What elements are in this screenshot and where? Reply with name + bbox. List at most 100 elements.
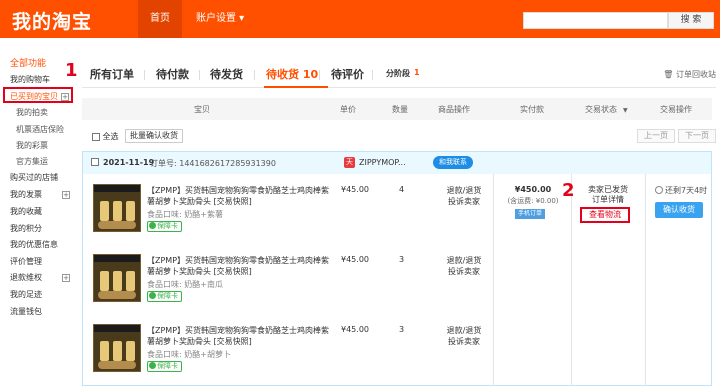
product-title[interactable]: 【ZPMP】买货韩国宠物狗狗零食奶酪芝士鸡肉棒紫薯胡萝卜奖励骨头 [交易快照] bbox=[147, 325, 335, 347]
sidebar-item-points[interactable]: 我的积分 bbox=[10, 223, 42, 234]
complain-link[interactable]: 投诉卖家 bbox=[439, 336, 489, 347]
quantity: 3 bbox=[399, 255, 405, 264]
product-attribute: 食品口味: 奶酪+南瓜 bbox=[147, 280, 223, 289]
insurance-icon bbox=[149, 292, 156, 299]
product-thumbnail[interactable] bbox=[93, 184, 141, 232]
order-tabs: 所有订单 待付款 待发货 待收货 10 待评价 分阶段 1 bbox=[82, 62, 716, 88]
tab-staged-count: 1 bbox=[414, 68, 420, 77]
unit-price: ¥45.00 bbox=[341, 325, 369, 334]
insurance-icon bbox=[149, 222, 156, 229]
batch-bar: 全选 批量确认收货 上一页 下一页 bbox=[82, 128, 716, 146]
thumbnail-band bbox=[94, 255, 140, 262]
column-header-status[interactable]: 交易状态 ▼ bbox=[585, 104, 628, 115]
order-checkbox[interactable] bbox=[91, 158, 99, 166]
thumbnail-band bbox=[94, 185, 140, 192]
expand-toggle-icon[interactable]: + bbox=[62, 190, 70, 199]
tab-pending-receipt[interactable]: 待收货 10 bbox=[266, 66, 318, 82]
sidebar-title[interactable]: 全部功能 bbox=[10, 56, 46, 69]
order-item: 【ZPMP】买货韩国宠物狗狗零食奶酪芝士鸡肉棒紫薯胡萝卜奖励骨头 [交易快照] … bbox=[83, 248, 493, 316]
search-input[interactable] bbox=[523, 12, 668, 29]
insurance-label: 保障卡 bbox=[157, 362, 178, 370]
insurance-badge[interactable]: 保障卡 bbox=[147, 221, 182, 232]
next-page-button[interactable]: 下一页 bbox=[678, 129, 716, 143]
quantity: 3 bbox=[399, 325, 405, 334]
view-logistics-link[interactable]: 查看物流 bbox=[580, 207, 630, 223]
column-header-paid: 实付款 bbox=[520, 105, 544, 114]
logo[interactable]: 我的淘宝 bbox=[12, 7, 92, 34]
order-item: 【ZPMP】买货韩国宠物狗狗零食奶酪芝士鸡肉棒紫薯胡萝卜奖励骨头 [交易快照] … bbox=[83, 318, 493, 386]
active-tab-underline bbox=[264, 86, 328, 88]
thumbnail-bottle bbox=[126, 201, 135, 221]
insurance-badge[interactable]: 保障卡 bbox=[147, 361, 182, 372]
thumbnail-bottle bbox=[100, 201, 109, 221]
refund-link[interactable]: 退款/退货 bbox=[439, 255, 489, 266]
insurance-label: 保障卡 bbox=[157, 292, 178, 300]
refund-link[interactable]: 退款/退货 bbox=[439, 325, 489, 336]
sidebar-item-consolidation[interactable]: 官方集运 bbox=[16, 156, 48, 167]
column-header-item-ops: 商品操作 bbox=[438, 105, 470, 114]
item-operations: 退款/退货 投诉卖家 bbox=[439, 185, 489, 207]
sidebar-item-invoice[interactable]: 我的发票 + bbox=[10, 189, 70, 200]
select-all[interactable]: 全选 bbox=[92, 131, 119, 142]
sidebar-item-data-wallet[interactable]: 流量钱包 bbox=[10, 306, 42, 317]
sidebar-item-travel[interactable]: 机票酒店保险 bbox=[16, 124, 64, 135]
thumbnail-band bbox=[94, 325, 140, 332]
order-details-link[interactable]: 订单详情 bbox=[578, 195, 638, 205]
shop-name[interactable]: ZIPPYMOP... bbox=[359, 158, 406, 167]
thumbnail-plate bbox=[98, 291, 136, 299]
thumbnail-bottle bbox=[126, 341, 135, 361]
recycle-bin-link[interactable]: 🗑 订单回收站 bbox=[663, 69, 716, 80]
expand-toggle-icon[interactable]: + bbox=[62, 273, 70, 282]
time-remaining-text: 还剩7天4时 bbox=[665, 186, 708, 195]
batch-confirm-button[interactable]: 批量确认收货 bbox=[125, 129, 183, 143]
sidebar-item-reviews[interactable]: 评价管理 bbox=[10, 256, 42, 267]
sidebar-item-favorites[interactable]: 我的收藏 bbox=[10, 206, 42, 217]
main-content: 所有订单 待付款 待发货 待收货 10 待评价 分阶段 1 🗑 订单回收站 宝贝… bbox=[82, 38, 720, 388]
product-title[interactable]: 【ZPMP】买货韩国宠物狗狗零食奶酪芝士鸡肉棒紫薯胡萝卜奖励骨头 [交易快照] bbox=[147, 255, 335, 277]
tab-all-orders[interactable]: 所有订单 bbox=[90, 66, 134, 82]
sidebar-item-coupons[interactable]: 我的优惠信息 bbox=[10, 239, 58, 250]
product-title[interactable]: 【ZPMP】买货韩国宠物狗狗零食奶酪芝士鸡肉棒紫薯胡萝卜奖励骨头 [交易快照] bbox=[147, 185, 335, 207]
confirm-receipt-button[interactable]: 确认收货 bbox=[655, 202, 703, 218]
thumbnail-bottle bbox=[113, 341, 122, 361]
annotation-number-2: 2 bbox=[562, 180, 575, 201]
sidebar-item-shops[interactable]: 购买过的店铺 bbox=[10, 172, 58, 183]
insurance-badge[interactable]: 保障卡 bbox=[147, 291, 182, 302]
top-bar: 我的淘宝 首页 账户设置 ▾ 搜 索 bbox=[0, 0, 720, 38]
search-button[interactable]: 搜 索 bbox=[668, 12, 714, 29]
annotation-number-1: 1 bbox=[65, 60, 78, 81]
tmall-shop-icon: 天 bbox=[344, 157, 355, 168]
product-thumbnail[interactable] bbox=[93, 324, 141, 372]
product-thumbnail[interactable] bbox=[93, 254, 141, 302]
complain-link[interactable]: 投诉卖家 bbox=[439, 266, 489, 277]
sidebar-item-label: 退款维权 bbox=[10, 273, 42, 282]
sidebar-item-auction[interactable]: 我的拍卖 bbox=[16, 107, 48, 118]
unit-price: ¥45.00 bbox=[341, 255, 369, 264]
complain-link[interactable]: 投诉卖家 bbox=[439, 196, 489, 207]
prev-page-button[interactable]: 上一页 bbox=[637, 129, 675, 143]
sidebar-item-lottery[interactable]: 我的彩票 bbox=[16, 140, 48, 151]
tab-pending-review[interactable]: 待评价 bbox=[331, 66, 364, 82]
nav-home[interactable]: 首页 bbox=[138, 0, 182, 38]
sidebar-item-cart[interactable]: 我的购物车 bbox=[10, 74, 50, 85]
tab-staged[interactable]: 分阶段 bbox=[386, 68, 410, 79]
tab-pending-payment[interactable]: 待付款 bbox=[156, 66, 189, 82]
tab-divider bbox=[319, 70, 320, 80]
order-status: 卖家已发货 订单详情 bbox=[578, 185, 638, 205]
sidebar-item-footprints[interactable]: 我的足迹 bbox=[10, 289, 42, 300]
time-remaining: 还剩7天4时 bbox=[655, 185, 707, 196]
column-header-label: 交易状态 bbox=[585, 105, 617, 114]
contact-seller-button[interactable]: 和我联系 bbox=[433, 156, 473, 169]
select-all-checkbox[interactable] bbox=[92, 132, 100, 141]
tab-pending-shipment[interactable]: 待发货 bbox=[210, 66, 243, 82]
insurance-label: 保障卡 bbox=[157, 222, 178, 230]
quantity: 4 bbox=[399, 185, 405, 194]
nav-account-settings[interactable]: 账户设置 ▾ bbox=[188, 0, 252, 38]
tab-divider bbox=[372, 70, 373, 80]
sidebar: 全部功能 我的购物车 已买到的宝贝 + 我的拍卖 机票酒店保险 我的彩票 官方集运… bbox=[0, 38, 78, 388]
sidebar-item-refunds[interactable]: 退款维权 + bbox=[10, 272, 70, 283]
refund-link[interactable]: 退款/退货 bbox=[439, 185, 489, 196]
order-card: 2021-11-19 订单号: 1441682617285931390 天 ZI… bbox=[82, 151, 712, 386]
order-date: 2021-11-19 bbox=[103, 158, 155, 167]
annotation-box-bought bbox=[3, 87, 73, 103]
